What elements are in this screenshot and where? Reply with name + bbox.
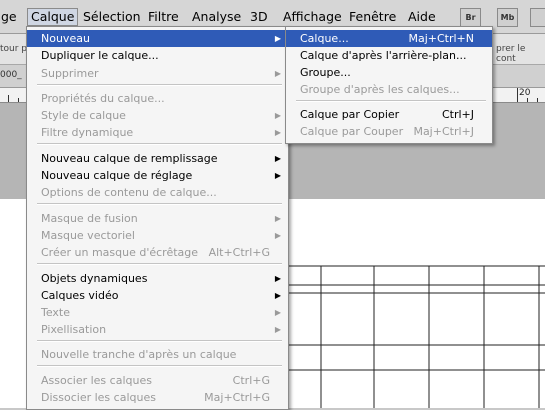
submenu-item-calque-couper[interactable]: Calque par Couper Maj+Ctrl+J bbox=[286, 123, 492, 140]
menu-item-supprimer[interactable]: Supprimer ▶ bbox=[27, 65, 288, 82]
menu-item-style-calque[interactable]: Style de calque ▶ bbox=[27, 107, 288, 124]
menu-item-masque-ecretage[interactable]: Créer un masque d'écrêtage Alt+Ctrl+G bbox=[27, 244, 288, 261]
menu-item-filtre-dynamique[interactable]: Filtre dynamique ▶ bbox=[27, 124, 288, 141]
ruler-mark: 20 bbox=[519, 88, 531, 98]
submenu-item-groupe[interactable]: Groupe... bbox=[286, 64, 492, 81]
options-text-right[interactable]: prer le cont bbox=[496, 44, 545, 64]
menu-item-pixellisation[interactable]: Pixellisation ▶ bbox=[27, 321, 288, 338]
submenu-item-calque-arriere-plan[interactable]: Calque d'après l'arrière-plan... bbox=[286, 47, 492, 64]
menu-aide[interactable]: Aide bbox=[405, 9, 439, 25]
submenu-arrow-icon: ▶ bbox=[274, 111, 281, 120]
bridge-button[interactable]: Br bbox=[460, 8, 481, 27]
submenu-arrow-icon: ▶ bbox=[274, 34, 281, 43]
menu-calque[interactable]: Calque bbox=[27, 8, 79, 26]
menu-item-calque-reglage[interactable]: Nouveau calque de réglage ▶ bbox=[27, 167, 288, 184]
submenu-arrow-icon: ▶ bbox=[274, 171, 281, 180]
menu-item-masque-fusion[interactable]: Masque de fusion ▶ bbox=[27, 210, 288, 227]
menu-item-nouveau[interactable]: Nouveau ▶ bbox=[27, 30, 288, 47]
nouveau-submenu: Calque... Maj+Ctrl+N Calque d'après l'arr… bbox=[285, 26, 493, 144]
separator bbox=[296, 100, 486, 102]
separator bbox=[37, 143, 282, 145]
menu-item-calque-remplissage[interactable]: Nouveau calque de remplissage ▶ bbox=[27, 150, 288, 167]
separator bbox=[37, 340, 282, 342]
separator bbox=[37, 365, 282, 367]
menu-item-nouvelle-tranche[interactable]: Nouvelle tranche d'après un calque bbox=[27, 346, 288, 363]
submenu-item-calque[interactable]: Calque... Maj+Ctrl+N bbox=[286, 30, 492, 47]
submenu-arrow-icon: ▶ bbox=[274, 274, 281, 283]
submenu-arrow-icon: ▶ bbox=[274, 128, 281, 137]
separator bbox=[37, 84, 282, 86]
submenu-item-groupe-calques[interactable]: Groupe d'après les calques... bbox=[286, 81, 492, 98]
menu-selection[interactable]: Sélection bbox=[80, 9, 144, 25]
menu-3d[interactable]: 3D bbox=[247, 9, 271, 25]
submenu-arrow-icon: ▶ bbox=[274, 291, 281, 300]
menu-filtre[interactable]: Filtre bbox=[145, 9, 182, 25]
menu-item-dissocier[interactable]: Dissocier les calques Maj+Ctrl+G bbox=[27, 389, 288, 406]
menu-edition-partial[interactable]: ge bbox=[0, 9, 20, 25]
menu-analyse[interactable]: Analyse bbox=[189, 9, 244, 25]
menu-item-texte[interactable]: Texte ▶ bbox=[27, 304, 288, 321]
menu-item-calques-video[interactable]: Calques vidéo ▶ bbox=[27, 287, 288, 304]
options-text-left: tour p bbox=[0, 44, 28, 54]
separator bbox=[37, 203, 282, 205]
menu-item-dupliquer[interactable]: Dupliquer le calque... bbox=[27, 47, 288, 64]
submenu-item-calque-copier[interactable]: Calque par Copier Ctrl+J bbox=[286, 106, 492, 123]
calque-dropdown-menu: Nouveau ▶ Dupliquer le calque... Supprime… bbox=[26, 26, 289, 410]
document-tab[interactable]: 000_ bbox=[0, 70, 22, 80]
submenu-arrow-icon: ▶ bbox=[274, 154, 281, 163]
submenu-arrow-icon: ▶ bbox=[274, 308, 281, 317]
menu-item-options-contenu[interactable]: Options de contenu de calque... bbox=[27, 184, 288, 201]
menu-fenetre[interactable]: Fenêtre bbox=[346, 9, 399, 25]
submenu-arrow-icon: ▶ bbox=[274, 325, 281, 334]
submenu-arrow-icon: ▶ bbox=[274, 231, 281, 240]
view-extras-button[interactable] bbox=[530, 8, 545, 27]
menu-item-proprietes[interactable]: Propriétés du calque... bbox=[27, 90, 288, 107]
mini-bridge-button[interactable]: Mb bbox=[497, 8, 518, 27]
menu-affichage[interactable]: Affichage bbox=[280, 9, 345, 25]
menu-item-masque-vectoriel[interactable]: Masque vectoriel ▶ bbox=[27, 227, 288, 244]
separator bbox=[37, 263, 282, 265]
menu-item-objets-dynamiques[interactable]: Objets dynamiques ▶ bbox=[27, 270, 288, 287]
submenu-arrow-icon: ▶ bbox=[274, 69, 281, 78]
menu-item-associer[interactable]: Associer les calques Ctrl+G bbox=[27, 372, 288, 389]
submenu-arrow-icon: ▶ bbox=[274, 214, 281, 223]
